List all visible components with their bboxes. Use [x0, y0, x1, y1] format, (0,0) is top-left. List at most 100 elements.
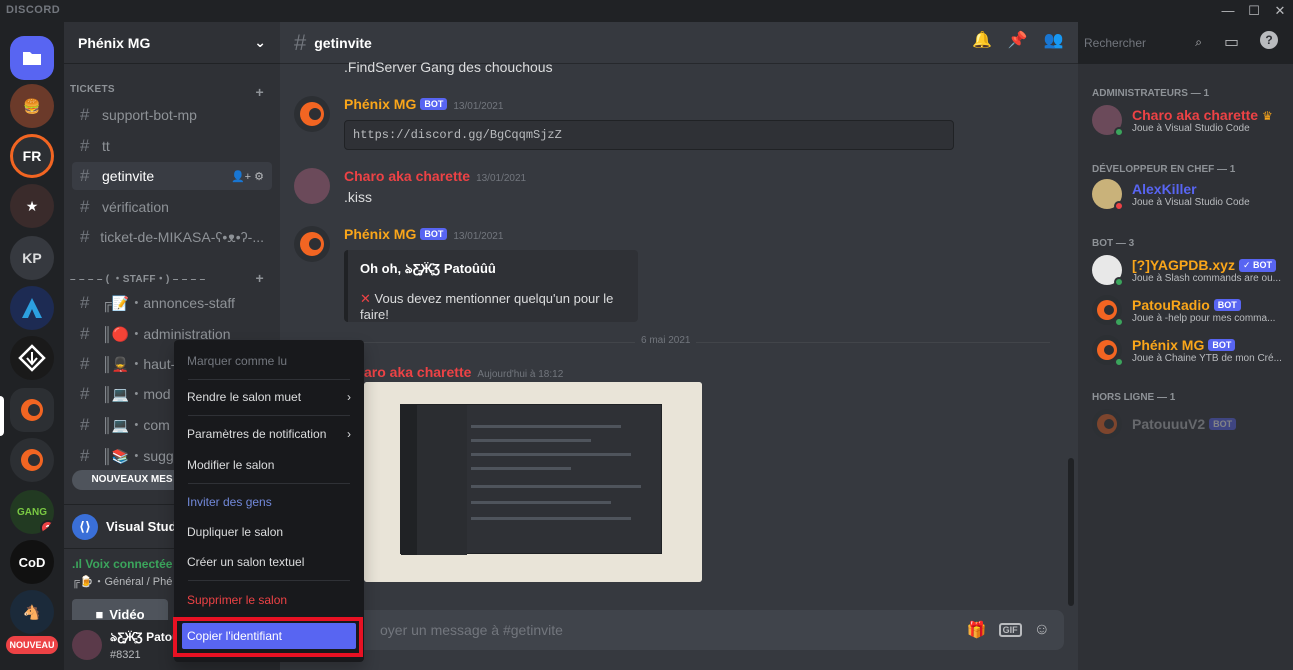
- message: Charo aka charette 13/01/2021 .kiss: [294, 168, 1054, 208]
- bell-icon[interactable]: 🔔: [972, 30, 992, 50]
- hash-icon: #: [80, 227, 90, 246]
- avatar[interactable]: [72, 630, 102, 660]
- member-name: Charo aka charette: [1132, 106, 1259, 123]
- help-icon[interactable]: ?: [1260, 31, 1278, 49]
- message-date: 13/01/2021: [476, 173, 527, 184]
- channel-getinvite[interactable]: # getinvite 👤+ ⚙: [72, 162, 272, 190]
- channel-label: tt: [102, 138, 110, 154]
- guild-header[interactable]: Phénix MG ⌄: [64, 22, 280, 64]
- group-header: DÉVELOPPEUR EN CHEF — 1: [1092, 164, 1236, 175]
- member-row[interactable]: Charo aka charette ♛ Joue à Visual Studi…: [1092, 102, 1282, 138]
- menu-label: Modifier le salon: [187, 458, 275, 472]
- menu-duplicate-channel[interactable]: Dupliquer le salon: [182, 519, 356, 545]
- bot-badge: BOT: [420, 98, 448, 110]
- chat-scrollbar[interactable]: [1068, 458, 1074, 606]
- gift-icon[interactable]: 🎁: [967, 620, 987, 640]
- menu-mark-read[interactable]: Marquer comme lu: [182, 348, 356, 374]
- channel-tt[interactable]: # tt: [72, 132, 272, 160]
- group-header: BOT — 3: [1092, 238, 1135, 249]
- hash-icon: #: [80, 166, 90, 185]
- member-row[interactable]: [?]YAGPDB.xyz ✓ BOT Joue à Slash commands…: [1092, 252, 1282, 288]
- search-placeholder: Rechercher: [1084, 36, 1147, 50]
- author-name[interactable]: Phénix MG: [344, 226, 416, 242]
- server-horse[interactable]: 🐴: [10, 590, 54, 634]
- server-kp[interactable]: KP: [10, 236, 54, 280]
- avatar: [1092, 409, 1122, 439]
- avatar: [1092, 179, 1124, 211]
- server-burger[interactable]: 🍔: [10, 84, 54, 128]
- online-status: [1114, 127, 1124, 137]
- avatar[interactable]: [294, 96, 330, 132]
- menu-mute-channel[interactable]: Rendre le salon muet ›: [182, 384, 356, 410]
- emoji-icon[interactable]: ☺: [1034, 621, 1050, 639]
- image-attachment[interactable]: [364, 382, 702, 582]
- add-channel-icon[interactable]: +: [256, 270, 264, 286]
- member-row-offline[interactable]: PatouuuV2 BOT: [1092, 406, 1282, 442]
- menu-edit-channel[interactable]: Modifier le salon: [182, 452, 356, 478]
- author-name[interactable]: Phénix MG: [344, 96, 416, 112]
- folder-icon[interactable]: [10, 36, 54, 80]
- server-gang[interactable]: GANG 1: [10, 490, 54, 534]
- member-name: PatouRadio: [1132, 296, 1210, 313]
- channel-label: ║💻・mod: [102, 386, 171, 402]
- channel-label: ╔📝・annonces-staff: [102, 295, 235, 311]
- channel-ticket-mikasa[interactable]: # ticket-de-MIKASA-ʕ•ᴥ•ʔ-...: [72, 223, 272, 251]
- member-activity: Joue à Slash commands are ou...: [1132, 272, 1281, 284]
- bot-badge: BOT: [1208, 338, 1236, 351]
- maximize-button[interactable]: ☐: [1241, 0, 1267, 22]
- member-name: AlexKiller: [1132, 180, 1197, 197]
- pin-icon[interactable]: 📌: [1008, 30, 1028, 50]
- bot-badge: BOT: [420, 228, 448, 240]
- server-phenix-active[interactable]: [10, 388, 54, 432]
- member-name: Phénix MG: [1132, 336, 1205, 353]
- minimize-button[interactable]: —: [1215, 0, 1241, 22]
- bot-badge: BOT: [1209, 418, 1237, 430]
- avatar[interactable]: [294, 168, 330, 204]
- channel-actions-icon[interactable]: 👤+ ⚙: [231, 170, 264, 183]
- server-phenix-2[interactable]: [10, 438, 54, 482]
- server-a[interactable]: [10, 286, 54, 330]
- menu-label: Rendre le salon muet: [187, 390, 302, 404]
- new-badge[interactable]: NOUVEAU: [6, 636, 58, 654]
- member-row[interactable]: Phénix MG BOT Joue à Chaine YTB de mon Cr…: [1092, 332, 1282, 368]
- menu-delete-channel[interactable]: Supprimer le salon: [182, 587, 356, 613]
- author-name[interactable]: aro aka charette: [364, 364, 471, 380]
- close-button[interactable]: ✕: [1267, 0, 1293, 22]
- member-row[interactable]: PatouRadio BOT Joue à -help pour mes comm…: [1092, 292, 1282, 328]
- server-cod[interactable]: CoD: [10, 540, 54, 584]
- category-tickets[interactable]: TICKETS +: [70, 84, 270, 100]
- hash-icon: #: [80, 354, 90, 373]
- menu-notification-settings[interactable]: Paramètres de notification ›: [182, 421, 356, 447]
- channel-title: getinvite: [314, 34, 372, 51]
- member-row[interactable]: AlexKiller Joue à Visual Studio Code: [1092, 176, 1282, 212]
- menu-create-text-channel[interactable]: Créer un salon textuel: [182, 549, 356, 575]
- menu-invite-people[interactable]: Inviter des gens: [182, 489, 356, 515]
- category-staff[interactable]: – – – – ( ・STAFF・) – – – – +: [70, 270, 270, 286]
- hash-icon: #: [294, 29, 307, 55]
- gif-icon[interactable]: GIF: [998, 623, 1022, 637]
- online-status: [1114, 357, 1124, 367]
- add-channel-icon[interactable]: +: [256, 84, 264, 100]
- channel-support-bot-mp[interactable]: # support-bot-mp: [72, 101, 272, 129]
- embed-description: Vous devez mentionner quelqu'un pour le …: [360, 291, 614, 322]
- inbox-icon[interactable]: ▭: [1224, 32, 1239, 52]
- avatar[interactable]: [294, 226, 330, 262]
- server-star[interactable]: ★: [10, 184, 54, 228]
- server-fr[interactable]: FR: [10, 134, 54, 178]
- members-icon[interactable]: 👥: [1044, 30, 1064, 50]
- activity-label: Visual Studi: [106, 519, 181, 534]
- channel-label: ║💻・com: [102, 417, 170, 433]
- search-input[interactable]: Rechercher ⌕: [1078, 32, 1208, 54]
- server-diamond[interactable]: [10, 336, 54, 380]
- message-composer[interactable]: oyer un message à #getinvite 🎁 GIF ☺: [294, 610, 1064, 650]
- message-text: .kiss: [344, 189, 372, 205]
- server-gang-label: GANG: [17, 506, 47, 518]
- author-name[interactable]: Charo aka charette: [344, 168, 470, 184]
- member-activity: Joue à Visual Studio Code: [1132, 122, 1250, 134]
- title-bar: DISCORD — ☐ ✕: [0, 0, 1293, 22]
- guild-name: Phénix MG: [78, 34, 151, 51]
- bot-badge: BOT: [1213, 298, 1241, 311]
- divider-label: 6 mai 2021: [635, 335, 697, 346]
- channel-verification[interactable]: # vérification: [72, 193, 272, 221]
- channel-annonces-staff[interactable]: # ╔📝・annonces-staff: [72, 289, 272, 317]
